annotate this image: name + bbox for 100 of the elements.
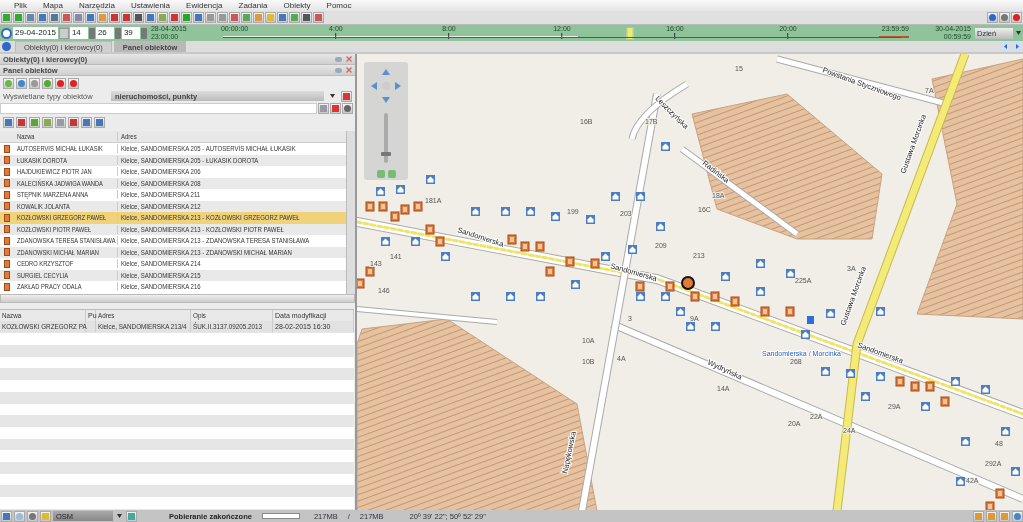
house-marker[interactable]: [426, 175, 435, 184]
toolbar-icon[interactable]: [169, 12, 180, 23]
building-marker[interactable]: [365, 201, 375, 212]
menu-item[interactable]: Pomoc: [318, 1, 360, 10]
house-marker[interactable]: [661, 142, 670, 151]
spinner-icon[interactable]: [114, 27, 121, 39]
toolbar-icon[interactable]: [301, 12, 312, 23]
house-marker[interactable]: [1001, 427, 1010, 436]
toolbar-icon[interactable]: [25, 12, 36, 23]
toolbar-icon[interactable]: [16, 116, 27, 128]
house-marker[interactable]: [756, 259, 765, 268]
house-marker[interactable]: [526, 207, 535, 216]
house-marker[interactable]: [571, 280, 580, 289]
spinner-icon[interactable]: [140, 27, 147, 39]
house-marker[interactable]: [411, 237, 420, 246]
building-marker[interactable]: [590, 258, 600, 269]
building-marker[interactable]: [390, 211, 400, 222]
back-arrow-icon[interactable]: [1001, 42, 1010, 51]
bus-stop-marker[interactable]: [807, 316, 814, 324]
scrollbar[interactable]: [0, 294, 355, 303]
building-marker[interactable]: [895, 376, 905, 387]
caret-icon[interactable]: [1016, 31, 1021, 35]
house-marker[interactable]: [921, 402, 930, 411]
house-marker[interactable]: [686, 322, 695, 331]
building-marker[interactable]: [565, 256, 575, 267]
toolbar-icon[interactable]: [109, 12, 120, 23]
menu-item[interactable]: Ustawienia: [122, 1, 179, 10]
building-marker[interactable]: [940, 396, 950, 407]
toolbar-icon[interactable]: [145, 12, 156, 23]
pan-right-icon[interactable]: [395, 82, 401, 90]
house-marker[interactable]: [376, 187, 385, 196]
building-marker[interactable]: [690, 291, 700, 302]
close-icon[interactable]: [346, 56, 352, 62]
building-marker[interactable]: [507, 234, 517, 245]
search-field[interactable]: [0, 103, 317, 114]
house-marker[interactable]: [551, 212, 560, 221]
toolbar-icon[interactable]: [229, 12, 240, 23]
house-marker[interactable]: [628, 245, 637, 254]
spinner-icon[interactable]: [88, 27, 95, 39]
house-marker[interactable]: [611, 192, 620, 201]
building-marker[interactable]: [435, 236, 445, 247]
building-marker[interactable]: [535, 241, 545, 252]
house-marker[interactable]: [786, 269, 795, 278]
house-marker[interactable]: [981, 385, 990, 394]
menu-item[interactable]: Ewidencja: [178, 1, 231, 10]
house-marker[interactable]: [956, 477, 965, 486]
toolbar-icon[interactable]: [193, 12, 204, 23]
pan-down-icon[interactable]: [382, 97, 390, 103]
building-marker[interactable]: [400, 204, 410, 215]
building-marker[interactable]: [710, 291, 720, 302]
building-marker[interactable]: [985, 501, 995, 510]
toolbar-icon[interactable]: [68, 116, 79, 128]
selected-marker[interactable]: [681, 276, 695, 290]
building-marker[interactable]: [995, 488, 1005, 499]
house-marker[interactable]: [756, 287, 765, 296]
building-marker[interactable]: [378, 201, 388, 212]
house-marker[interactable]: [721, 272, 730, 281]
forward-arrow-icon[interactable]: [1013, 42, 1022, 51]
house-marker[interactable]: [876, 307, 885, 316]
toolbar-icon[interactable]: [94, 116, 105, 128]
scrollbar[interactable]: [346, 131, 355, 294]
building-marker[interactable]: [635, 281, 645, 292]
menu-item[interactable]: Obiekty: [275, 1, 319, 10]
house-marker[interactable]: [846, 369, 855, 378]
building-marker[interactable]: [365, 266, 375, 277]
menu-item[interactable]: Mapa: [34, 1, 71, 10]
house-marker[interactable]: [396, 185, 405, 194]
pan-left-icon[interactable]: [371, 82, 377, 90]
building-marker[interactable]: [413, 201, 423, 212]
house-marker[interactable]: [821, 367, 830, 376]
toolbar-icon[interactable]: [3, 116, 14, 128]
building-marker[interactable]: [730, 296, 740, 307]
toolbar-icon[interactable]: [85, 12, 96, 23]
toolbar-icon[interactable]: [313, 12, 324, 23]
house-marker[interactable]: [586, 215, 595, 224]
toolbar-icon[interactable]: [16, 77, 27, 89]
house-marker[interactable]: [951, 377, 960, 386]
house-marker[interactable]: [1011, 467, 1020, 476]
toolbar-icon[interactable]: [181, 12, 192, 23]
house-marker[interactable]: [826, 309, 835, 318]
toolbar-icon[interactable]: [49, 12, 60, 23]
house-marker[interactable]: [636, 192, 645, 201]
date-field[interactable]: 29-04-2015: [13, 27, 58, 39]
pan-up-icon[interactable]: [382, 69, 390, 75]
zoom-slider[interactable]: [384, 113, 388, 163]
toolbar-icon[interactable]: [73, 12, 84, 23]
house-marker[interactable]: [676, 307, 685, 316]
house-marker[interactable]: [861, 392, 870, 401]
menu-item[interactable]: Narzędzia: [70, 1, 123, 10]
house-marker[interactable]: [656, 222, 665, 231]
close-icon[interactable]: [1011, 12, 1022, 23]
minute-field[interactable]: 26: [95, 27, 114, 39]
toolbar-icon[interactable]: [277, 12, 288, 23]
house-marker[interactable]: [661, 292, 670, 301]
house-marker[interactable]: [501, 207, 510, 216]
house-marker[interactable]: [506, 292, 515, 301]
house-marker[interactable]: [471, 207, 480, 216]
toolbar-icon[interactable]: [61, 12, 72, 23]
toolbar-icon[interactable]: [37, 12, 48, 23]
toolbar-icon[interactable]: [68, 77, 79, 89]
